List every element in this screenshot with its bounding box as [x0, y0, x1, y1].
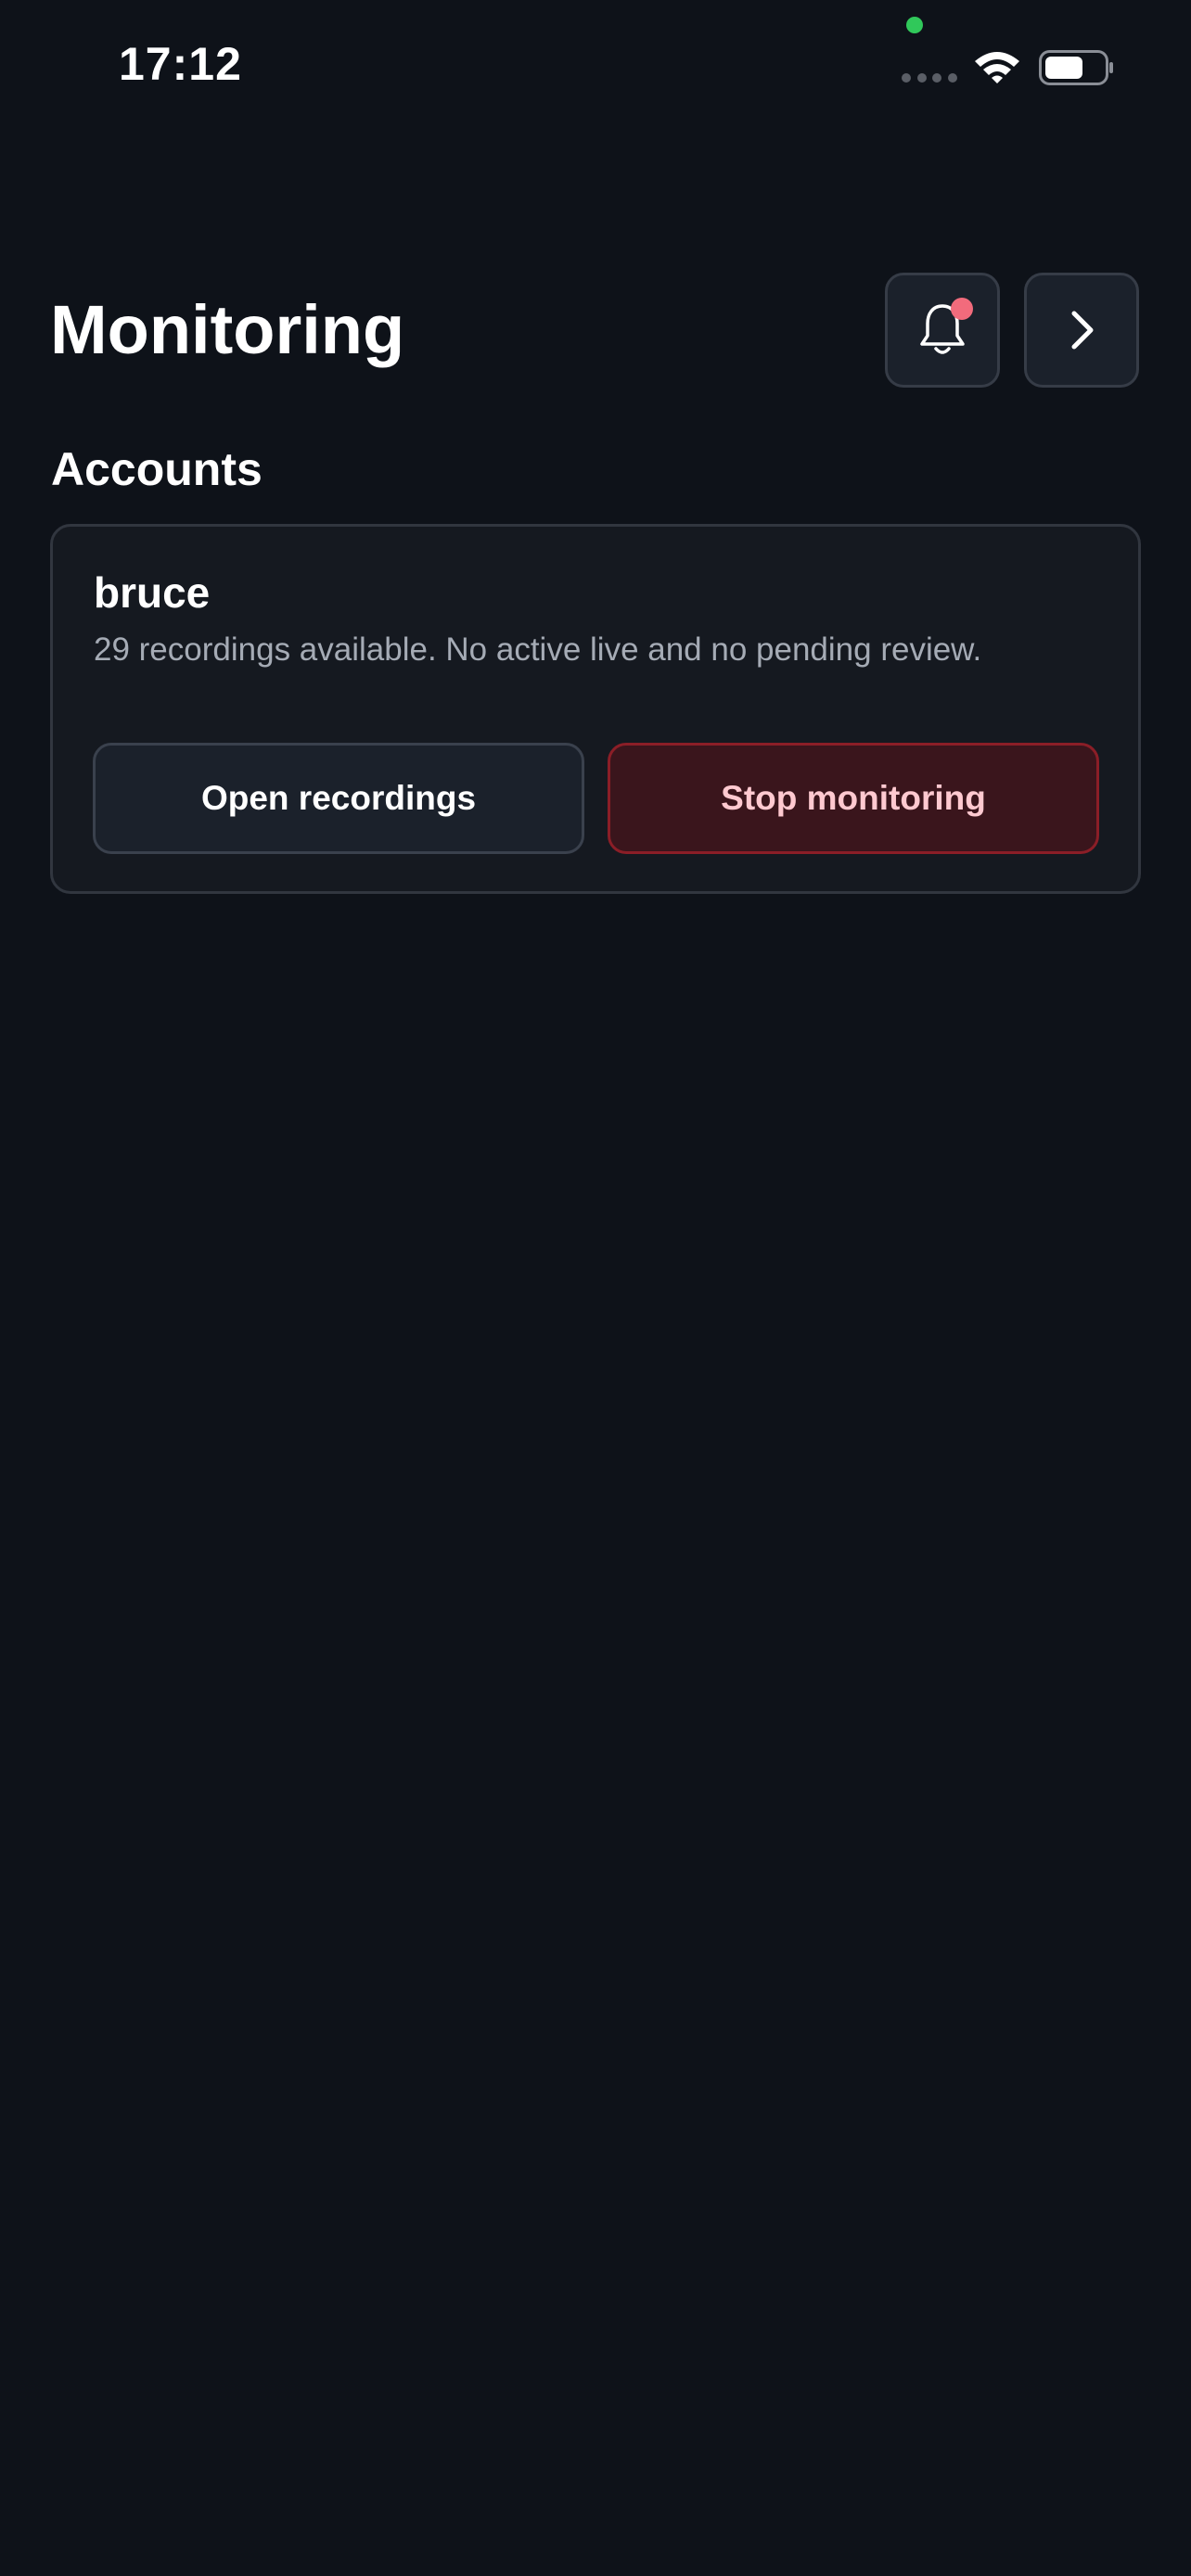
next-button[interactable]: [1024, 273, 1139, 388]
status-bar: 17:12: [0, 0, 1191, 139]
stop-monitoring-button[interactable]: Stop monitoring: [608, 743, 1099, 854]
account-summary: 29 recordings available. No active live …: [94, 631, 982, 668]
open-recordings-button[interactable]: Open recordings: [93, 743, 584, 854]
page-title: Monitoring: [50, 291, 405, 368]
privacy-indicator-dot: [906, 17, 923, 33]
status-time: 17:12: [119, 38, 242, 90]
notification-badge: [951, 298, 973, 320]
cellular-signal-icon: [902, 73, 957, 83]
chevron-right-icon: [1071, 311, 1094, 350]
account-name: bruce: [94, 568, 211, 617]
accounts-heading: Accounts: [51, 443, 263, 495]
wifi-icon: [975, 52, 1019, 83]
battery-icon: [1039, 50, 1113, 85]
notifications-button[interactable]: [885, 273, 1000, 388]
account-card: bruce 29 recordings available. No active…: [50, 524, 1141, 894]
